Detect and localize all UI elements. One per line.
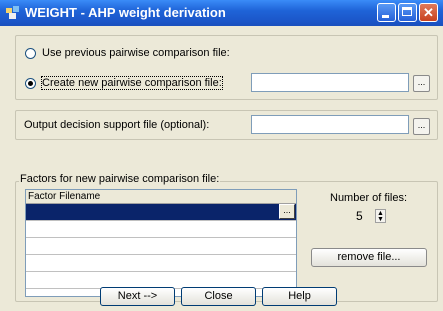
output-file-label: Output decision support file (optional): xyxy=(24,119,210,131)
help-button[interactable]: Help xyxy=(262,287,337,306)
app-icon xyxy=(6,6,19,19)
grid-row[interactable]: ... xyxy=(26,204,296,221)
create-new-file-input[interactable] xyxy=(251,73,409,92)
next-button[interactable]: Next --> xyxy=(100,287,175,306)
maximize-icon xyxy=(402,7,412,16)
create-new-option[interactable]: Create new pairwise comparison file: xyxy=(25,76,223,90)
minimize-button[interactable] xyxy=(377,3,396,22)
create-new-radio[interactable] xyxy=(25,77,36,89)
spin-down-icon[interactable]: ▼ xyxy=(377,216,384,223)
use-previous-radio[interactable] xyxy=(25,47,36,59)
factor-file-grid[interactable]: Factor Filename ... xyxy=(25,189,297,297)
remove-file-button[interactable]: remove file... xyxy=(311,248,427,267)
use-previous-label: Use previous pairwise comparison file: xyxy=(42,47,230,59)
factors-group-label: Factors for new pairwise comparison file… xyxy=(19,173,221,185)
minimize-icon xyxy=(382,15,389,18)
create-new-label: Create new pairwise comparison file: xyxy=(41,76,223,90)
use-previous-option[interactable]: Use previous pairwise comparison file: xyxy=(25,47,230,59)
window-title: WEIGHT - AHP weight derivation xyxy=(25,5,226,20)
number-of-files-spinner[interactable]: ▲ ▼ xyxy=(375,209,386,223)
create-new-browse-button[interactable]: ... xyxy=(413,75,430,92)
factor-filename-header: Factor Filename xyxy=(26,190,296,204)
output-file-input[interactable] xyxy=(251,115,409,134)
close-icon: ✕ xyxy=(423,5,434,20)
grid-row[interactable] xyxy=(26,238,296,255)
row-browse-button[interactable]: ... xyxy=(279,204,295,219)
grid-row[interactable] xyxy=(26,255,296,272)
close-window-button[interactable]: ✕ xyxy=(419,3,438,22)
close-button[interactable]: Close xyxy=(181,287,256,306)
maximize-button[interactable] xyxy=(398,3,417,22)
number-of-files-label: Number of files: xyxy=(330,192,408,204)
title-bar[interactable]: WEIGHT - AHP weight derivation ✕ xyxy=(0,0,443,26)
dialog-window: WEIGHT - AHP weight derivation ✕ Use pre… xyxy=(0,0,443,311)
output-browse-button[interactable]: ... xyxy=(413,118,430,135)
grid-row[interactable] xyxy=(26,221,296,238)
number-of-files-value[interactable]: 5 xyxy=(356,209,363,223)
